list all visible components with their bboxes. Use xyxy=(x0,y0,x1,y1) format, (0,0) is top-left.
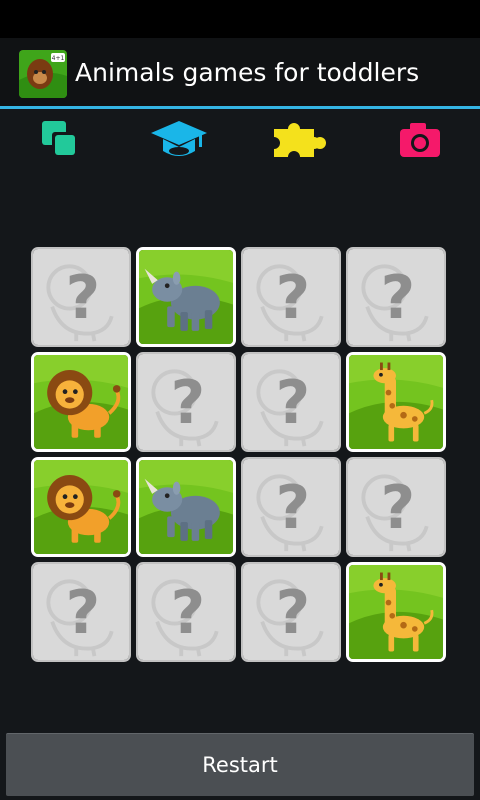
memory-card-hidden[interactable]: ? xyxy=(31,247,131,347)
tab-camera[interactable] xyxy=(398,119,442,163)
svg-text:?: ? xyxy=(66,264,101,333)
action-bar: 4+1 Animals games for toddlers xyxy=(0,38,480,106)
graduation-cap-icon xyxy=(151,121,207,156)
tab-bar xyxy=(0,109,480,171)
svg-text:?: ? xyxy=(171,369,206,438)
memory-card-giraffe[interactable] xyxy=(346,562,446,662)
tab-memory[interactable] xyxy=(40,119,84,163)
svg-text:?: ? xyxy=(276,264,311,333)
question-mark-icon: ? xyxy=(348,249,444,345)
svg-text:?: ? xyxy=(276,474,311,543)
question-mark-icon: ? xyxy=(243,354,339,450)
memory-card-giraffe[interactable] xyxy=(346,352,446,452)
tab-puzzle[interactable] xyxy=(270,119,330,163)
svg-text:?: ? xyxy=(171,579,206,648)
tab-learn[interactable] xyxy=(149,119,209,163)
memory-card-rhino[interactable] xyxy=(136,457,236,557)
memory-card-hidden[interactable]: ? xyxy=(346,457,446,557)
question-mark-icon: ? xyxy=(138,354,234,450)
memory-board: ? ? ? ? ? ? ? ? ? ? xyxy=(31,247,449,665)
question-mark-icon: ? xyxy=(243,564,339,660)
camera-icon xyxy=(400,123,440,157)
memory-card-hidden[interactable]: ? xyxy=(346,247,446,347)
rhino-icon xyxy=(139,460,233,554)
svg-text:?: ? xyxy=(381,474,416,543)
question-mark-icon: ? xyxy=(138,564,234,660)
svg-text:?: ? xyxy=(276,579,311,648)
giraffe-icon xyxy=(349,565,443,659)
puzzle-icon xyxy=(274,123,326,157)
memory-card-hidden[interactable]: ? xyxy=(136,352,236,452)
memory-card-lion[interactable] xyxy=(31,352,131,452)
memory-card-hidden[interactable]: ? xyxy=(241,457,341,557)
svg-text:?: ? xyxy=(381,264,416,333)
memory-card-hidden[interactable]: ? xyxy=(136,562,236,662)
nav-bar-area xyxy=(0,796,480,800)
rhino-icon xyxy=(139,250,233,344)
app-title: Animals games for toddlers xyxy=(75,58,420,87)
memory-card-hidden[interactable]: ? xyxy=(31,562,131,662)
question-mark-icon: ? xyxy=(33,564,129,660)
squares-icon xyxy=(42,121,76,156)
restart-button[interactable]: Restart xyxy=(6,733,474,796)
question-mark-icon: ? xyxy=(243,459,339,555)
memory-card-hidden[interactable]: ? xyxy=(241,352,341,452)
memory-card-hidden[interactable]: ? xyxy=(241,247,341,347)
lion-icon xyxy=(34,460,128,554)
svg-text:?: ? xyxy=(66,579,101,648)
memory-card-hidden[interactable]: ? xyxy=(241,562,341,662)
question-mark-icon: ? xyxy=(243,249,339,345)
question-mark-icon: ? xyxy=(33,249,129,345)
svg-text:4+1: 4+1 xyxy=(52,55,65,62)
giraffe-icon xyxy=(349,355,443,449)
memory-card-lion[interactable] xyxy=(31,457,131,557)
svg-text:?: ? xyxy=(276,369,311,438)
question-mark-icon: ? xyxy=(348,459,444,555)
status-bar xyxy=(0,0,480,38)
app-logo-icon: 4+1 xyxy=(19,50,67,98)
lion-icon xyxy=(34,355,128,449)
memory-card-rhino[interactable] xyxy=(136,247,236,347)
